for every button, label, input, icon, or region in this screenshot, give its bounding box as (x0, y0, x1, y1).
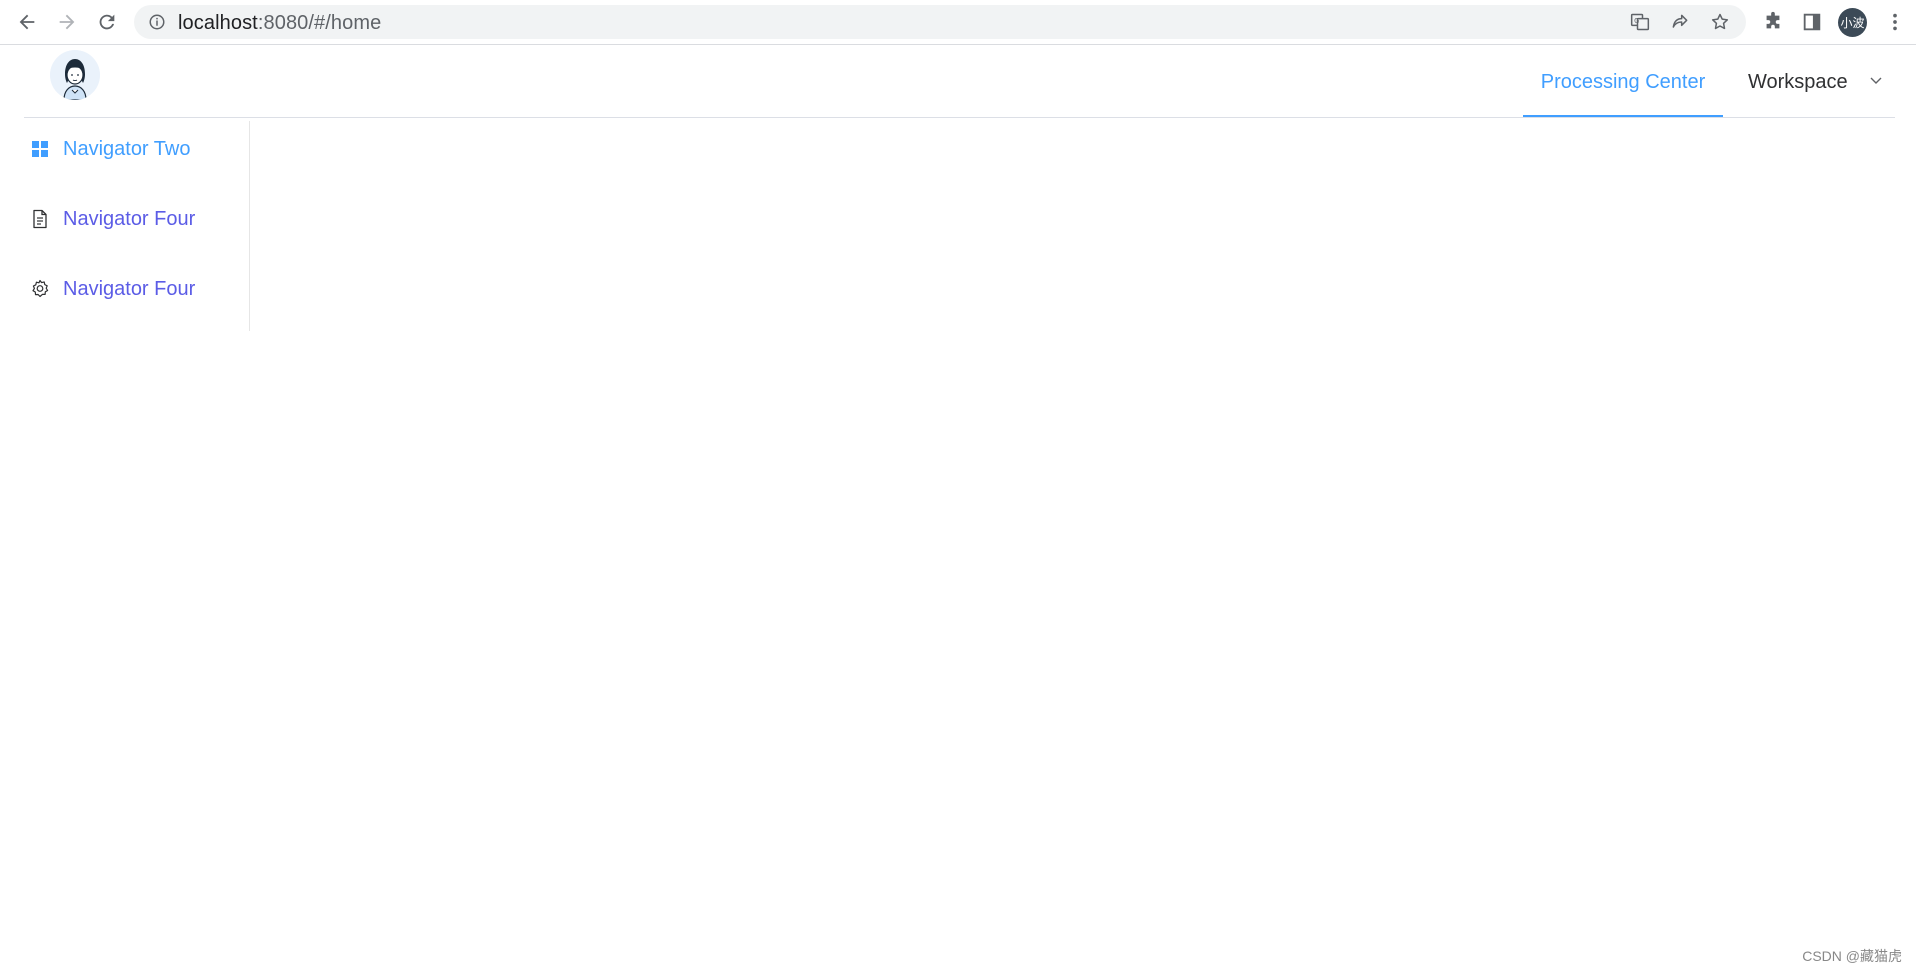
app-header: Processing Center Workspace (24, 46, 1895, 118)
sidebar-item-navigator-two[interactable]: Navigator Two (24, 121, 249, 177)
address-bar[interactable]: localhost:8080/#/home G (134, 5, 1746, 39)
avatar-logo-icon (50, 50, 100, 100)
sidebar-item-label: Navigator Four (63, 207, 196, 230)
grid-icon (29, 138, 51, 160)
gear-icon (29, 278, 51, 300)
sidebar-item-navigator-four-settings[interactable]: Navigator Four (24, 261, 249, 317)
profile-avatar[interactable]: 小波 (1838, 8, 1867, 37)
side-panel-icon[interactable] (1801, 11, 1823, 33)
svg-text:G: G (1634, 17, 1639, 25)
chevron-down-icon (1870, 77, 1882, 84)
logo[interactable] (50, 50, 100, 100)
browser-toolbar: localhost:8080/#/home G 小波 (0, 0, 1916, 45)
sidebar: Navigator Two Navigator Four Navigator F… (24, 121, 250, 331)
menu-processing-center[interactable]: Processing Center (1523, 46, 1723, 117)
sidebar-item-label: Navigator Four (63, 277, 196, 300)
reload-button[interactable] (93, 8, 121, 36)
translate-icon[interactable]: G (1630, 12, 1650, 32)
arrow-right-icon (59, 14, 75, 30)
reload-icon (99, 14, 115, 30)
menu-processing-center-label: Processing Center (1540, 71, 1706, 93)
info-icon[interactable] (148, 13, 166, 31)
sidebar-item-navigator-four[interactable]: Navigator Four (24, 191, 249, 247)
share-icon[interactable] (1670, 12, 1690, 32)
sidebar-item-label: Navigator Two (63, 137, 191, 160)
arrow-left-icon (19, 14, 35, 30)
url-host: localhost (178, 12, 258, 34)
menu-workspace[interactable]: Workspace (1748, 46, 1888, 117)
forward-button[interactable] (53, 8, 81, 36)
url-text: localhost:8080/#/home (178, 12, 381, 35)
document-icon (29, 208, 51, 230)
more-menu-icon[interactable] (1884, 11, 1906, 33)
star-icon[interactable] (1710, 12, 1730, 32)
url-path: :8080/#/home (257, 12, 382, 34)
back-button[interactable] (13, 8, 41, 36)
watermark: CSDN @藏猫虎 (1802, 948, 1902, 964)
extensions-icon[interactable] (1762, 11, 1784, 33)
menu-workspace-label: Workspace (1748, 71, 1848, 93)
